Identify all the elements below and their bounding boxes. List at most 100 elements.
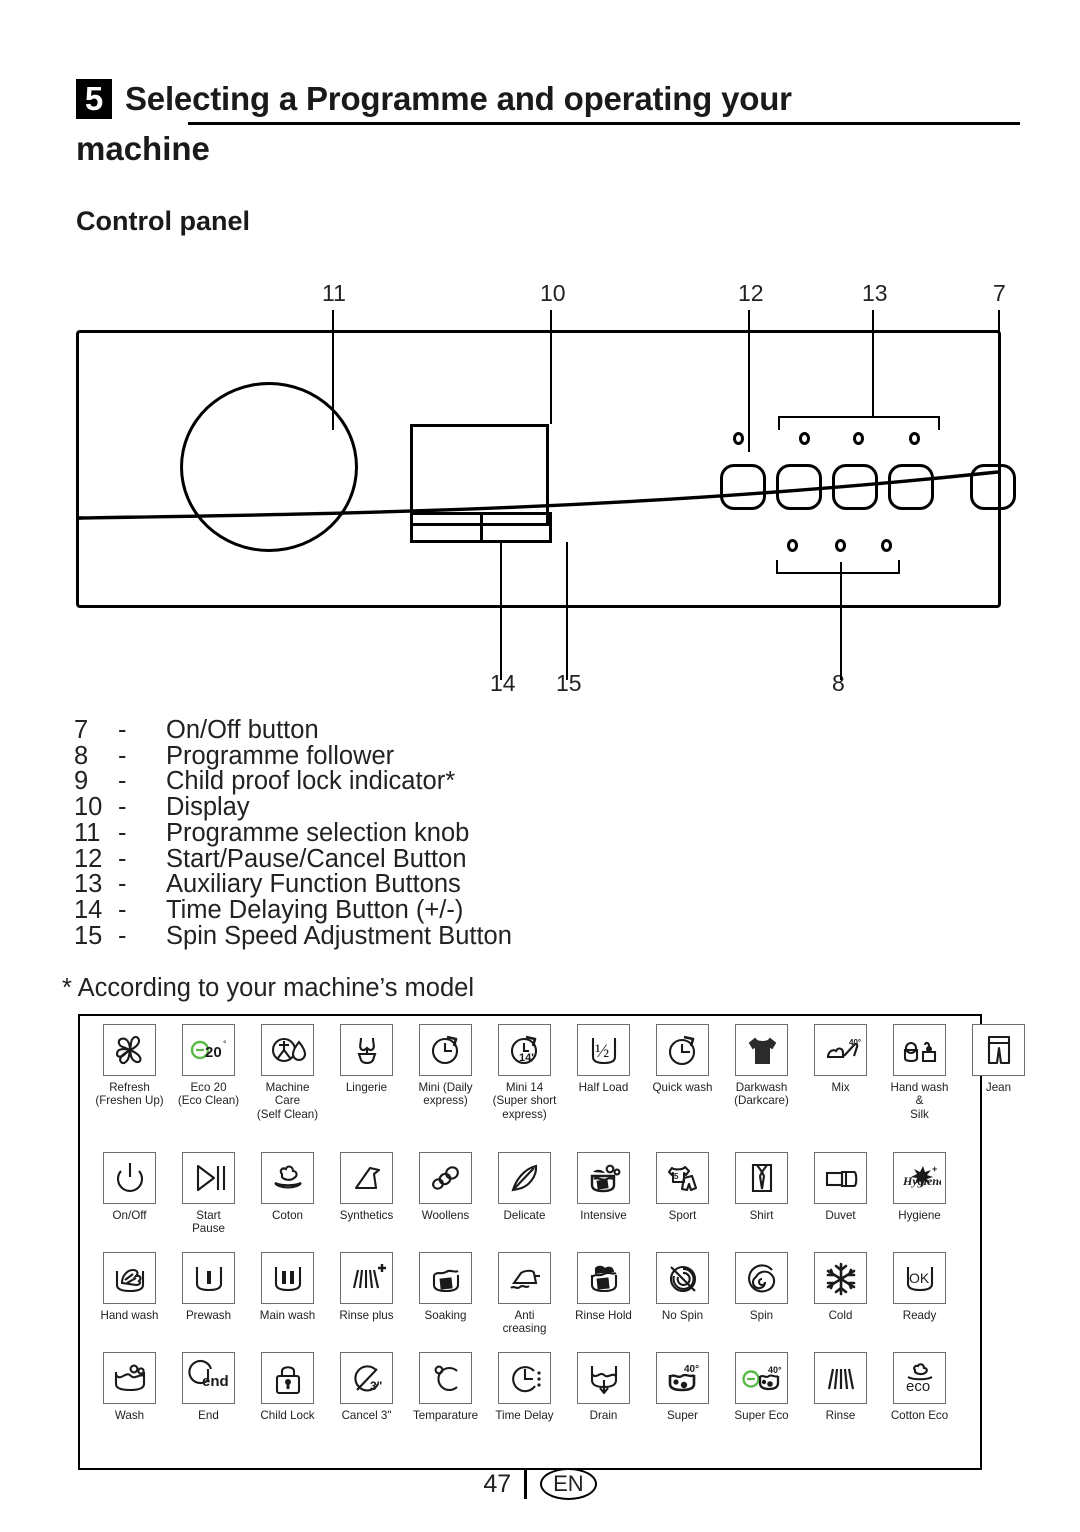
legend-footnote: * According to your machine’s model — [62, 974, 474, 1002]
callout-number-7: 7 — [993, 280, 1006, 306]
symbol-label: Super — [667, 1409, 698, 1422]
legend-label: Programme follower — [166, 741, 395, 770]
sport-icon: 5 — [656, 1152, 709, 1204]
machine-care-icon — [261, 1024, 314, 1076]
symbol-row-4: Wash end End Child Lock 3" Cancel 3" Temparatu… — [90, 1352, 970, 1452]
drain-icon — [577, 1352, 630, 1404]
symbol-label: Quick wash — [652, 1081, 713, 1094]
section-title: Control panel — [76, 206, 250, 236]
legend-item-11: 11- Programme selection knob — [74, 818, 512, 847]
symbol-table: Refresh (Freshen Up) 20 ° Eco 20 (Eco Clean) M… — [78, 1014, 1025, 1470]
programme-follower-bracket — [776, 560, 900, 574]
symbol-label: Time Delay — [495, 1409, 554, 1422]
symbol-cell: Spin — [722, 1252, 801, 1322]
soaking-icon — [419, 1252, 472, 1304]
symbol-cell: Cold — [801, 1252, 880, 1322]
spin-speed-adjustment-button[interactable] — [479, 512, 552, 543]
intensive-icon — [577, 1152, 630, 1204]
svg-text:40°: 40° — [768, 1365, 782, 1375]
symbol-cell: 3" Cancel 3" — [327, 1352, 406, 1422]
symbol-label: Soaking — [424, 1309, 467, 1322]
auxiliary-function-button-2[interactable] — [832, 464, 878, 510]
symbol-label: Eco 20 (Eco Clean) — [177, 1081, 240, 1108]
footer-divider — [524, 1469, 528, 1499]
symbol-cell: Refresh (Freshen Up) — [90, 1024, 169, 1108]
child-lock-icon — [261, 1352, 314, 1404]
symbol-cell: Rinse — [801, 1352, 880, 1422]
symbol-label: Main wash — [259, 1309, 316, 1322]
auxiliary-function-button-3[interactable] — [888, 464, 934, 510]
symbol-row-3: Hand wash Prewash Main wash Rinse plus Soaki… — [90, 1252, 970, 1352]
programme-selection-knob[interactable] — [180, 382, 358, 552]
chapter-heading: 5 Selecting a Programme and operating yo… — [76, 78, 1020, 169]
woollens-icon — [419, 1152, 472, 1204]
symbol-label: Hand wash — [100, 1309, 159, 1322]
symbol-cell: Prewash — [169, 1252, 248, 1322]
legend-label: Programme selection knob — [166, 818, 470, 847]
legend-number: 11 — [74, 818, 101, 847]
symbol-label: No Spin — [661, 1309, 704, 1322]
symbol-label: Cotton Eco — [890, 1409, 949, 1422]
super-40-icon: 40° — [656, 1352, 709, 1404]
symbol-cell: Rinse plus — [327, 1252, 406, 1322]
legend-number: 13 — [74, 870, 103, 899]
svg-text:end: end — [202, 1373, 229, 1390]
on-off-button[interactable] — [970, 464, 1016, 510]
legend-label: Child proof lock indicator* — [166, 767, 456, 796]
legend-number: 9 — [74, 767, 89, 796]
symbol-cell: No Spin — [643, 1252, 722, 1322]
symbol-label: Rinse Hold — [575, 1309, 632, 1322]
symbol-cell: 5 Sport — [643, 1152, 722, 1222]
svg-text:OK: OK — [909, 1270, 930, 1286]
symbol-label: Delicate — [503, 1209, 546, 1222]
symbol-cell: 40° Super — [643, 1352, 722, 1422]
auxiliary-led-2 — [853, 432, 864, 445]
mix-40-icon: 40° — [814, 1024, 867, 1076]
hand-wash-icon — [103, 1252, 156, 1304]
legend-dash: - — [118, 716, 127, 744]
symbol-cell: OK Ready — [880, 1252, 959, 1322]
symbol-label: Cancel 3" — [341, 1409, 392, 1422]
start-pause-cancel-button[interactable] — [720, 464, 766, 510]
symbol-cell: 20 ° Eco 20 (Eco Clean) — [169, 1024, 248, 1108]
legend-label: Display — [166, 793, 250, 822]
symbol-cell: Time Delay — [485, 1352, 564, 1422]
legend-number: 10 — [74, 793, 103, 822]
chapter-rule — [188, 122, 1020, 125]
symbol-cell: Lingerie — [327, 1024, 406, 1094]
legend-item-10: 10- Display — [74, 793, 512, 822]
callout-number-15: 15 — [556, 670, 582, 696]
symbol-cell: Shirt — [722, 1152, 801, 1222]
legend-item-9: 9- Child proof lock indicator* — [74, 769, 512, 795]
symbol-label: Rinse — [825, 1409, 856, 1422]
legend-label: On/Off button — [166, 716, 319, 744]
svg-text:14': 14' — [519, 1052, 534, 1064]
refresh-fan-icon — [103, 1024, 156, 1076]
cold-snowflake-icon — [814, 1252, 867, 1304]
legend-label: Time Delaying Button (+/-) — [166, 895, 464, 924]
hygiene-plus-icon: Hygiene + — [893, 1152, 946, 1204]
symbol-label: Mix — [831, 1081, 850, 1094]
symbol-label: Super Eco — [734, 1409, 789, 1422]
symbol-label: Spin — [749, 1309, 774, 1322]
legend-dash: - — [118, 895, 127, 924]
legend-dash: - — [118, 741, 127, 770]
display-screen — [410, 424, 549, 526]
symbol-cell: Duvet — [801, 1152, 880, 1222]
symbol-cell: Start Pause — [169, 1152, 248, 1236]
chapter-title-line1: Selecting a Programme and operating your — [125, 80, 792, 117]
chapter-number: 5 — [76, 79, 112, 119]
svg-text:°: ° — [223, 1039, 227, 1049]
symbol-cell: 40° Super Eco — [722, 1352, 801, 1422]
page-number: 47 — [483, 1469, 512, 1498]
time-delaying-button[interactable] — [410, 512, 483, 543]
synthetics-icon — [340, 1152, 393, 1204]
manual-page: 5 Selecting a Programme and operating yo… — [0, 0, 1080, 1532]
start-pause-icon — [182, 1152, 235, 1204]
symbol-cell: Child Lock — [248, 1352, 327, 1422]
legend-label: Start/Pause/Cancel Button — [166, 844, 467, 873]
svg-text:eco: eco — [906, 1378, 930, 1395]
symbol-label: Child Lock — [260, 1409, 315, 1422]
auxiliary-function-button-1[interactable] — [776, 464, 822, 510]
duvet-icon — [814, 1152, 867, 1204]
